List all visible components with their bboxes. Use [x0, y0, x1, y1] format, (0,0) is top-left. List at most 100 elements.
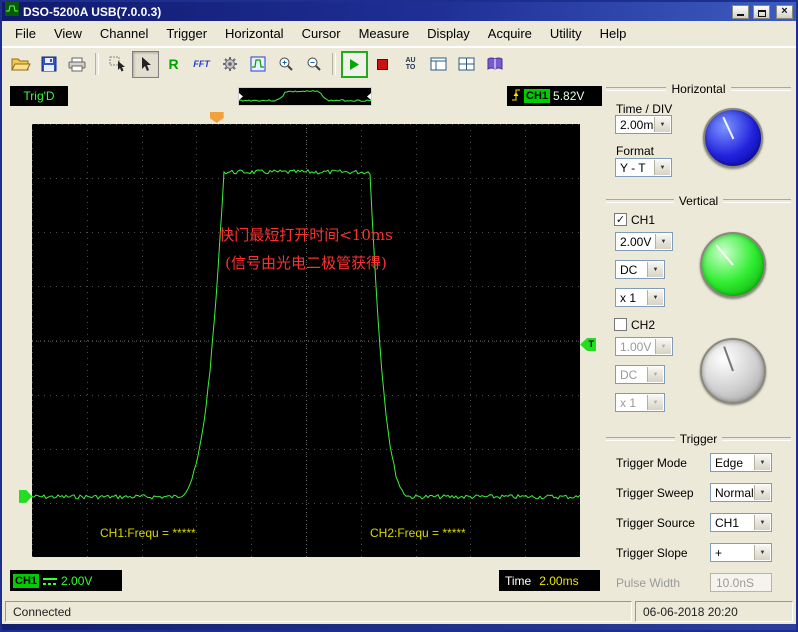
refresh-button[interactable]: R — [160, 51, 187, 78]
menu-bar: FileViewChannelTriggerHorizontalCursorMe… — [2, 21, 796, 46]
wave-chart-icon — [250, 56, 266, 72]
ch1-enable-checkbox[interactable]: ✓ — [614, 213, 627, 226]
menu-utility[interactable]: Utility — [541, 23, 591, 44]
trigger-source-select[interactable]: CH1 ▼ — [710, 513, 772, 532]
dropdown-arrow-icon: ▼ — [647, 290, 663, 305]
ch2-coupling-select[interactable]: DC ▼ — [615, 365, 665, 384]
stop-button[interactable] — [369, 51, 396, 78]
connection-status: Connected — [5, 601, 632, 622]
zoom-out-button[interactable] — [300, 51, 327, 78]
stop-icon — [377, 59, 388, 70]
pulse-width-field: 10.0nS — [710, 573, 772, 592]
menu-help[interactable]: Help — [591, 23, 636, 44]
trigger-status-text: Trig'D — [23, 89, 54, 103]
display-mode-button[interactable] — [244, 51, 271, 78]
trigger-level-marker[interactable]: T — [580, 338, 596, 351]
ch1-scale-readout: CH1 2.00V — [10, 570, 122, 591]
r-icon: R — [168, 56, 178, 72]
datetime-status: 06-06-2018 20:20 — [635, 601, 793, 622]
trigger-sweep-select[interactable]: Normal ▼ — [710, 483, 772, 502]
knob-pointer — [689, 221, 776, 308]
dropdown-arrow-icon: ▼ — [647, 262, 663, 277]
dropdown-arrow-icon: ▼ — [754, 545, 770, 560]
dropdown-arrow-icon: ▼ — [654, 160, 670, 175]
timebase-readout: Time 2.00ms — [499, 570, 600, 591]
open-button[interactable] — [7, 51, 34, 78]
gear-icon — [222, 56, 238, 72]
trigger-source-label: Trigger Source — [616, 516, 695, 530]
trigger-position-marker[interactable] — [210, 112, 224, 123]
window-grid-button[interactable] — [453, 51, 480, 78]
menu-cursor[interactable]: Cursor — [293, 23, 350, 44]
autoset-button[interactable]: AUTO — [397, 51, 424, 78]
format-select[interactable]: Y - T ▼ — [615, 158, 672, 177]
dropdown-arrow-icon: ▼ — [647, 395, 663, 410]
ch2-checkbox-label: CH2 — [631, 318, 655, 332]
menu-file[interactable]: File — [6, 23, 45, 44]
menu-channel[interactable]: Channel — [91, 23, 157, 44]
window-bottom-border — [2, 624, 796, 630]
floppy-icon — [41, 56, 57, 72]
horizontal-knob[interactable] — [703, 108, 763, 168]
arrow-box-icon — [109, 56, 127, 72]
channel-badge: CH1 — [524, 89, 550, 103]
window-split-button[interactable] — [425, 51, 452, 78]
scope-display[interactable]: 快门最短打开时间<10ms (信号由光电二极管获得) CH1:Frequ = *… — [32, 124, 580, 557]
annotation-line2: (信号由光电二极管获得) — [32, 252, 580, 273]
menu-acquire[interactable]: Acquire — [479, 23, 541, 44]
trigger-slope-select[interactable]: + ▼ — [710, 543, 772, 562]
pulse-width-label: Pulse Width — [616, 576, 680, 590]
dropdown-arrow-icon: ▼ — [655, 339, 671, 354]
trigger-mode-select[interactable]: Edge ▼ — [710, 453, 772, 472]
menu-display[interactable]: Display — [418, 23, 479, 44]
title-bar: DSO-5200A USB(7.0.0.3) × — [2, 2, 796, 21]
dropdown-arrow-icon: ▼ — [647, 367, 663, 382]
menu-trigger[interactable]: Trigger — [157, 23, 216, 44]
trigger-level-readout: CH1 5.82V — [507, 86, 602, 106]
save-button[interactable] — [35, 51, 62, 78]
close-button[interactable]: × — [776, 5, 793, 19]
window-grid-icon — [458, 57, 475, 71]
trigger-level-value: 5.82V — [553, 89, 584, 103]
ch2-enable-checkbox[interactable] — [614, 318, 627, 331]
auto-icon: AUTO — [405, 57, 415, 71]
maximize-button[interactable] — [753, 5, 770, 19]
arrow-icon — [139, 56, 152, 72]
toolbar-separator — [95, 53, 99, 75]
help-book-button[interactable] — [481, 51, 508, 78]
menu-horizontal[interactable]: Horizontal — [216, 23, 293, 44]
knob-pointer — [693, 331, 772, 410]
dropdown-arrow-icon: ▼ — [754, 485, 770, 500]
ch1-level-marker[interactable] — [19, 490, 32, 503]
zoom-in-button[interactable] — [272, 51, 299, 78]
zoom-out-icon — [306, 56, 322, 72]
ch1-badge: CH1 — [13, 574, 39, 588]
menu-view[interactable]: View — [45, 23, 91, 44]
print-button[interactable] — [63, 51, 90, 78]
ch1-probe-select[interactable]: x 1 ▼ — [615, 288, 665, 307]
dc-coupling-icon — [43, 577, 57, 585]
buffer-preview[interactable] — [238, 87, 372, 106]
menu-measure[interactable]: Measure — [350, 23, 419, 44]
timebase-select[interactable]: 2.00ms ▼ — [615, 115, 672, 134]
ch1-frequency-readout: CH1:Frequ = ***** — [100, 526, 196, 540]
ch2-probe-select[interactable]: x 1 ▼ — [615, 393, 665, 412]
window-title: DSO-5200A USB(7.0.0.3) — [23, 5, 728, 19]
annotation-line1: 快门最短打开时间<10ms — [32, 224, 580, 245]
ch1-volts-select[interactable]: 2.00V ▼ — [615, 232, 673, 251]
dropdown-arrow-icon: ▼ — [754, 515, 770, 530]
settings-button[interactable] — [216, 51, 243, 78]
run-button[interactable] — [341, 51, 368, 78]
ch2-volts-select[interactable]: 1.00V ▼ — [615, 337, 673, 356]
ch2-vertical-knob[interactable] — [700, 338, 766, 404]
app-window: DSO-5200A USB(7.0.0.3) × FileViewChannel… — [0, 0, 798, 632]
dropdown-arrow-icon: ▼ — [654, 117, 670, 132]
cursor-select-button[interactable] — [104, 51, 131, 78]
ch1-coupling-select[interactable]: DC ▼ — [615, 260, 665, 279]
ch1-vertical-knob[interactable] — [700, 232, 766, 298]
group-trigger: Trigger — [606, 432, 791, 446]
minimize-button[interactable] — [732, 5, 749, 19]
fft-button[interactable]: FFT — [188, 51, 215, 78]
pointer-button[interactable] — [132, 51, 159, 78]
status-bar: Connected 06-06-2018 20:20 — [2, 598, 796, 624]
